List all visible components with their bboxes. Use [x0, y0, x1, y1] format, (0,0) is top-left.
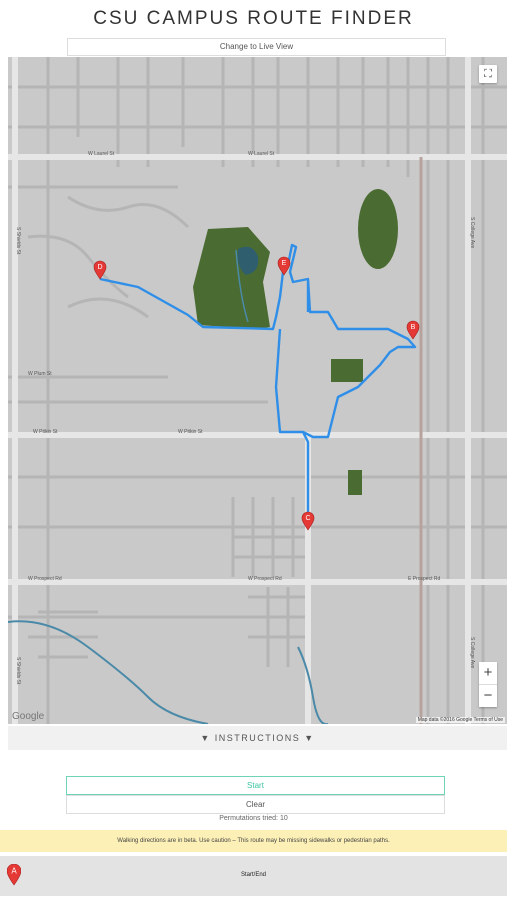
map-attribution[interactable]: Map data ©2016 Google Terms of Use [415, 717, 505, 723]
start-end-row[interactable]: A Start/End [0, 856, 507, 896]
marker-b[interactable]: B [406, 320, 420, 340]
street-label: S College Ave [469, 637, 475, 669]
svg-text:B: B [411, 324, 416, 331]
street-label: S Shields St [15, 657, 21, 685]
fullscreen-icon[interactable]: ⛶ [479, 65, 497, 83]
zoom-out-button[interactable]: − [479, 685, 497, 707]
map-canvas: W Laurel St W Laurel St W Plum St W Pitk… [8, 57, 507, 724]
start-end-label: Start/End [240, 872, 266, 878]
instructions-toggle[interactable]: ▼ INSTRUCTIONS ▼ [8, 726, 507, 750]
google-logo: Google [12, 711, 45, 722]
zoom-in-button[interactable]: + [479, 662, 497, 684]
street-label: W Prospect Rd [28, 576, 62, 582]
svg-text:D: D [97, 264, 102, 271]
map[interactable]: W Laurel St W Laurel St W Plum St W Pitk… [8, 57, 507, 724]
live-view-button[interactable]: Change to Live View [67, 38, 446, 56]
permutations-text: Permutations tried: 10 [219, 815, 288, 822]
svg-text:C: C [305, 515, 310, 522]
street-label: E Prospect Rd [408, 576, 440, 582]
street-label: W Laurel St [248, 151, 275, 157]
page-title: CSU CAMPUS ROUTE FINDER [93, 8, 414, 29]
street-label: W Pitkin St [33, 429, 58, 435]
zoom-control: + − [479, 662, 497, 707]
marker-e[interactable]: E [277, 256, 291, 276]
street-label: W Laurel St [88, 151, 115, 157]
street-label: S College Ave [469, 217, 475, 249]
clear-button[interactable]: Clear [66, 795, 445, 814]
street-label: S Shields St [15, 227, 21, 255]
street-label: W Pitkin St [178, 429, 203, 435]
warning-banner: Walking directions are in beta. Use caut… [0, 830, 507, 852]
start-button[interactable]: Start [66, 776, 445, 795]
svg-text:E: E [282, 260, 287, 267]
street-label: W Prospect Rd [248, 576, 282, 582]
street-label: W Plum St [28, 371, 52, 377]
